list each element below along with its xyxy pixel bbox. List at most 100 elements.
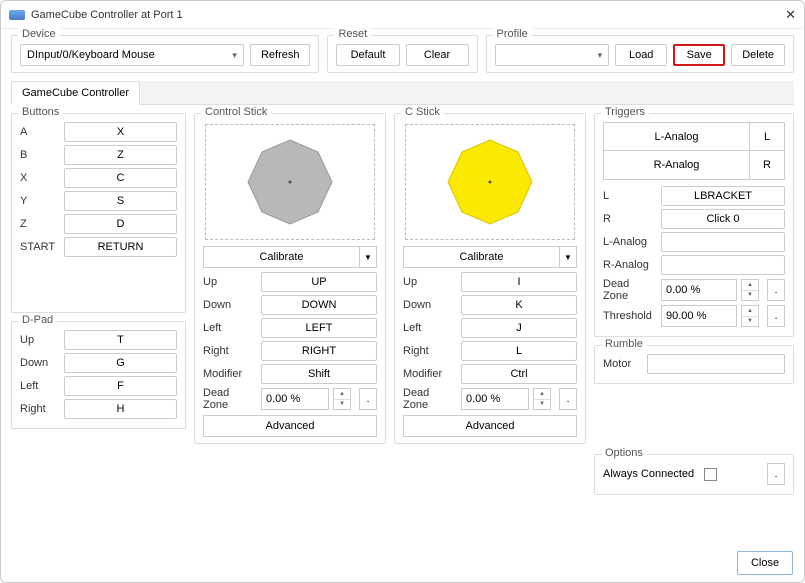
always-connected-label: Always Connected bbox=[603, 468, 694, 480]
bind-value[interactable]: F bbox=[64, 376, 177, 396]
c-stick-deadzone-input[interactable]: 0.00 % bbox=[461, 388, 529, 410]
reset-group: Reset Default Clear bbox=[327, 35, 477, 73]
trigger-threshold-more-button[interactable]: . bbox=[767, 305, 785, 327]
bind-value[interactable]: C bbox=[64, 168, 177, 188]
bind-value[interactable]: Z bbox=[64, 145, 177, 165]
c-stick-calibrate-button[interactable]: Calibrate bbox=[403, 246, 559, 268]
control-stick-group: Control Stick Calibrate ▼ UpUPDownDOWNLe… bbox=[194, 113, 386, 444]
load-button[interactable]: Load bbox=[615, 44, 667, 66]
bind-value[interactable]: LEFT bbox=[261, 318, 377, 338]
bind-row: XC bbox=[20, 168, 177, 188]
device-group: Device DInput/0/Keyboard Mouse ▾ Refresh bbox=[11, 35, 319, 73]
trigger-deadzone-label: Dead Zone bbox=[603, 278, 657, 302]
bind-value[interactable]: DOWN bbox=[261, 295, 377, 315]
motor-input[interactable] bbox=[647, 354, 785, 374]
device-group-title: Device bbox=[18, 28, 60, 40]
clear-button[interactable]: Clear bbox=[406, 44, 469, 66]
motor-label: Motor bbox=[603, 358, 643, 370]
bind-label: Up bbox=[20, 334, 60, 346]
control-stick-deadzone-label: Dead Zone bbox=[203, 387, 257, 411]
bind-label: X bbox=[20, 172, 60, 184]
bind-label: R bbox=[603, 213, 657, 225]
control-stick-deadzone-input[interactable]: 0.00 % bbox=[261, 388, 329, 410]
bind-value[interactable]: RIGHT bbox=[261, 341, 377, 361]
bind-label: START bbox=[20, 241, 60, 253]
default-button[interactable]: Default bbox=[336, 44, 399, 66]
bind-value[interactable]: Ctrl bbox=[461, 364, 577, 384]
bind-value[interactable]: Shift bbox=[261, 364, 377, 384]
bind-value[interactable]: G bbox=[64, 353, 177, 373]
trigger-table: L-Analog L R-Analog R bbox=[603, 122, 785, 180]
bind-value[interactable]: H bbox=[64, 399, 177, 419]
bind-value[interactable]: T bbox=[64, 330, 177, 350]
l-analog-header[interactable]: L-Analog bbox=[604, 123, 750, 150]
r-header[interactable]: R bbox=[750, 151, 784, 179]
bind-row: LLBRACKET bbox=[603, 186, 785, 206]
tab-bar: GameCube Controller bbox=[11, 81, 794, 105]
bind-value[interactable] bbox=[661, 255, 785, 275]
trigger-threshold-spinner[interactable]: ▲▼ bbox=[741, 305, 759, 327]
bind-value[interactable]: UP bbox=[261, 272, 377, 292]
c-stick-deadzone-more-button[interactable]: . bbox=[559, 388, 577, 410]
profile-select[interactable]: ▾ bbox=[495, 44, 610, 66]
bind-value[interactable] bbox=[661, 232, 785, 252]
bind-value[interactable]: Click 0 bbox=[661, 209, 785, 229]
l-header[interactable]: L bbox=[750, 123, 784, 150]
close-button[interactable]: Close bbox=[737, 551, 793, 575]
rumble-group-title: Rumble bbox=[601, 338, 647, 350]
trigger-threshold-input[interactable]: 90.00 % bbox=[661, 305, 737, 327]
r-analog-header[interactable]: R-Analog bbox=[604, 151, 750, 179]
bind-value[interactable]: J bbox=[461, 318, 577, 338]
c-stick-deadzone-label: Dead Zone bbox=[403, 387, 457, 411]
bind-row: DownG bbox=[20, 353, 177, 373]
bind-row: ModifierCtrl bbox=[403, 364, 577, 384]
bind-label: Right bbox=[403, 345, 457, 357]
octagon-icon bbox=[244, 136, 336, 228]
bind-row: Up T bbox=[20, 330, 177, 350]
delete-button[interactable]: Delete bbox=[731, 44, 785, 66]
c-stick-advanced-button[interactable]: Advanced bbox=[403, 415, 577, 437]
control-stick-calibrate-button[interactable]: Calibrate bbox=[203, 246, 359, 268]
always-connected-checkbox[interactable] bbox=[704, 468, 717, 481]
bind-value[interactable]: D bbox=[64, 214, 177, 234]
control-stick-calibrate-dropdown[interactable]: ▼ bbox=[359, 246, 377, 268]
control-stick-deadzone-more-button[interactable]: . bbox=[359, 388, 377, 410]
trigger-deadzone-spinner[interactable]: ▲▼ bbox=[741, 279, 759, 301]
bind-row: ZD bbox=[20, 214, 177, 234]
rumble-group: Rumble Motor bbox=[594, 345, 794, 384]
refresh-button[interactable]: Refresh bbox=[250, 44, 311, 66]
tab-gamecube-controller[interactable]: GameCube Controller bbox=[11, 81, 140, 105]
bind-value[interactable]: I bbox=[461, 272, 577, 292]
device-select[interactable]: DInput/0/Keyboard Mouse ▾ bbox=[20, 44, 244, 66]
control-stick-preview bbox=[205, 124, 375, 240]
bind-row: UpUP bbox=[203, 272, 377, 292]
bind-value[interactable]: L bbox=[461, 341, 577, 361]
options-more-button[interactable]: . bbox=[767, 463, 785, 485]
bind-value[interactable]: RETURN bbox=[64, 237, 177, 257]
bind-value[interactable]: X bbox=[64, 122, 177, 142]
chevron-down-icon: ▾ bbox=[232, 50, 237, 61]
save-button[interactable]: Save bbox=[673, 44, 725, 66]
control-stick-group-title: Control Stick bbox=[201, 106, 271, 118]
control-stick-deadzone-spinner[interactable]: ▲▼ bbox=[333, 388, 351, 410]
bind-label: Down bbox=[203, 299, 257, 311]
control-stick-advanced-button[interactable]: Advanced bbox=[203, 415, 377, 437]
close-icon[interactable]: ✕ bbox=[772, 7, 796, 23]
trigger-deadzone-input[interactable]: 0.00 % bbox=[661, 279, 737, 301]
buttons-group-title: Buttons bbox=[18, 106, 63, 118]
bind-label: Right bbox=[203, 345, 257, 357]
bind-row: BZ bbox=[20, 145, 177, 165]
options-group-title: Options bbox=[601, 447, 647, 459]
trigger-deadzone-more-button[interactable]: . bbox=[767, 279, 785, 301]
bind-row: AX bbox=[20, 122, 177, 142]
bind-row: YS bbox=[20, 191, 177, 211]
bind-row: Right L bbox=[403, 341, 577, 361]
bind-value[interactable]: K bbox=[461, 295, 577, 315]
bind-label: Up bbox=[403, 276, 457, 288]
bind-value[interactable]: LBRACKET bbox=[661, 186, 785, 206]
c-stick-deadzone-spinner[interactable]: ▲▼ bbox=[533, 388, 551, 410]
bind-row: Up I bbox=[403, 272, 577, 292]
c-stick-calibrate-dropdown[interactable]: ▼ bbox=[559, 246, 577, 268]
bind-value[interactable]: S bbox=[64, 191, 177, 211]
bind-label: Y bbox=[20, 195, 60, 207]
